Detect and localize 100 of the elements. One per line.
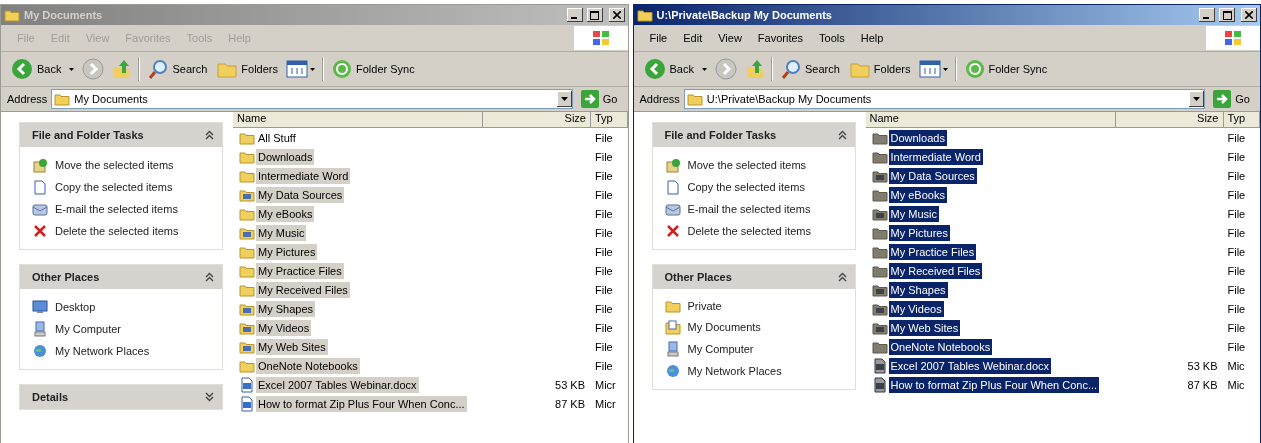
file-name[interactable]: My eBooks — [256, 205, 315, 222]
column-header[interactable]: Name — [865, 112, 1116, 127]
file-name[interactable]: My Pictures — [888, 224, 950, 241]
task-link[interactable]: Copy the selected items — [55, 181, 173, 193]
task-link[interactable]: My Network Places — [55, 345, 150, 357]
file-type: File — [1226, 264, 1247, 277]
maximize-button[interactable] — [586, 8, 603, 22]
file-name[interactable]: My Data Sources — [256, 186, 345, 203]
minimize-button[interactable] — [1199, 8, 1215, 22]
column-header[interactable]: Size — [1115, 112, 1224, 127]
file-type: File — [594, 321, 614, 334]
file-type: File — [1226, 340, 1247, 353]
file-name[interactable]: My Web Sites — [888, 319, 961, 336]
address-field[interactable]: U:\Private\Backup My Documents — [683, 89, 1206, 109]
file-name[interactable]: All Stuff — [256, 129, 298, 146]
caret-icon[interactable] — [69, 67, 75, 71]
chevron-drawing — [837, 130, 847, 140]
column-header[interactable]: Name — [233, 112, 483, 127]
file-name[interactable]: Excel 2007 Tables Webinar.docx — [888, 357, 1052, 374]
task-link[interactable]: Private — [687, 300, 722, 312]
minimize-button[interactable] — [566, 8, 583, 22]
document-icon — [239, 376, 255, 393]
forward-button[interactable] — [80, 56, 107, 82]
file-name[interactable]: How to format Zip Plus Four When Conc... — [888, 376, 1100, 393]
go-button[interactable]: Go — [1209, 90, 1254, 108]
task-link[interactable]: My Computer — [687, 343, 754, 355]
file-type: File — [594, 264, 614, 277]
folders-button[interactable]: Folders — [847, 58, 913, 80]
file-name[interactable]: My Web Sites — [256, 338, 328, 355]
file-type: File — [594, 283, 614, 296]
chevron-icon[interactable] — [837, 130, 847, 140]
task-link[interactable]: E-mail the selected items — [687, 203, 811, 215]
address-field[interactable]: My Documents — [51, 89, 573, 109]
task-link[interactable]: E-mail the selected items — [55, 203, 178, 215]
file-name[interactable]: My Practice Files — [888, 243, 977, 260]
task-link[interactable]: Delete the selected items — [55, 225, 179, 237]
file-name[interactable]: Downloads — [888, 129, 947, 146]
go-button[interactable]: Go — [576, 90, 622, 108]
caret-icon[interactable] — [701, 67, 707, 71]
file-name[interactable]: OneNote Notebooks — [888, 338, 993, 355]
file-type: File — [594, 245, 614, 258]
folder-sync-button[interactable]: Folder Sync — [330, 57, 417, 81]
back-button[interactable]: Back — [9, 56, 64, 82]
back-button[interactable]: Back — [641, 56, 696, 82]
task-link[interactable]: My Network Places — [687, 365, 782, 377]
task-link[interactable]: Desktop — [55, 301, 96, 313]
file-type: File — [594, 302, 614, 315]
column-header[interactable]: Size — [483, 112, 591, 127]
chevron-icon[interactable] — [205, 272, 214, 282]
menu-item[interactable]: Edit — [675, 32, 711, 44]
task-link[interactable]: Delete the selected items — [687, 225, 811, 237]
file-name[interactable]: My Pictures — [256, 243, 318, 260]
task-link[interactable]: Move the selected items — [55, 159, 174, 171]
menu-item[interactable]: Favorites — [749, 32, 812, 44]
menu-item[interactable]: Help — [852, 32, 892, 44]
dropdown-button[interactable] — [1189, 91, 1205, 107]
file-name[interactable]: My Music — [256, 224, 307, 241]
file-name[interactable]: OneNote Notebooks — [256, 357, 360, 374]
search-button[interactable]: Search — [778, 57, 842, 81]
chevron-icon[interactable] — [205, 392, 214, 402]
task-link[interactable]: Move the selected items — [687, 159, 807, 171]
file-name[interactable]: My Music — [888, 205, 939, 222]
file-name[interactable]: Downloads — [256, 148, 315, 165]
file-name[interactable]: Intermediate Word — [888, 148, 983, 165]
close-button[interactable] — [608, 8, 625, 22]
menu-item[interactable]: File — [641, 32, 676, 44]
file-name[interactable]: Excel 2007 Tables Webinar.docx — [256, 376, 419, 393]
file-name[interactable]: My Data Sources — [888, 167, 977, 184]
folder-sync-button[interactable]: Folder Sync — [962, 57, 1050, 81]
close-button[interactable] — [1241, 8, 1257, 22]
menu-item[interactable]: View — [710, 32, 750, 44]
task-link[interactable]: My Documents — [687, 321, 761, 333]
chevron-icon[interactable] — [837, 272, 847, 282]
views-icon[interactable] — [286, 59, 316, 79]
maximize-button[interactable] — [1219, 8, 1235, 22]
menu-item[interactable]: Tools — [811, 32, 853, 44]
file-name[interactable]: My Videos — [888, 300, 944, 317]
file-name[interactable]: My eBooks — [888, 186, 947, 203]
task-link[interactable]: My Computer — [55, 323, 122, 335]
dropdown-button[interactable] — [556, 91, 572, 107]
file-name[interactable]: My Received Files — [256, 281, 350, 298]
file-name[interactable]: My Received Files — [888, 262, 983, 279]
file-name[interactable]: My Practice Files — [256, 262, 344, 279]
file-name[interactable]: My Videos — [256, 319, 312, 336]
forward-button[interactable] — [712, 56, 739, 82]
file-name[interactable]: How to format Zip Plus Four When Conc... — [256, 395, 467, 412]
column-header[interactable]: Typ — [591, 112, 628, 127]
search-button[interactable]: Search — [146, 57, 210, 81]
file-name[interactable]: My Shapes — [256, 300, 316, 317]
folders-button[interactable]: Folders — [215, 58, 280, 80]
folder-icon — [664, 319, 681, 335]
column-header[interactable]: Typ — [1223, 112, 1260, 127]
chevron-icon[interactable] — [205, 130, 214, 140]
file-name[interactable]: Intermediate Word — [256, 167, 351, 184]
file-name[interactable]: My Shapes — [888, 281, 948, 298]
views-icon[interactable] — [918, 59, 949, 79]
file-type: File — [594, 188, 614, 201]
file-type: Micr — [594, 378, 617, 391]
task-link[interactable]: Copy the selected items — [687, 181, 805, 193]
file-type: File — [1226, 302, 1247, 315]
